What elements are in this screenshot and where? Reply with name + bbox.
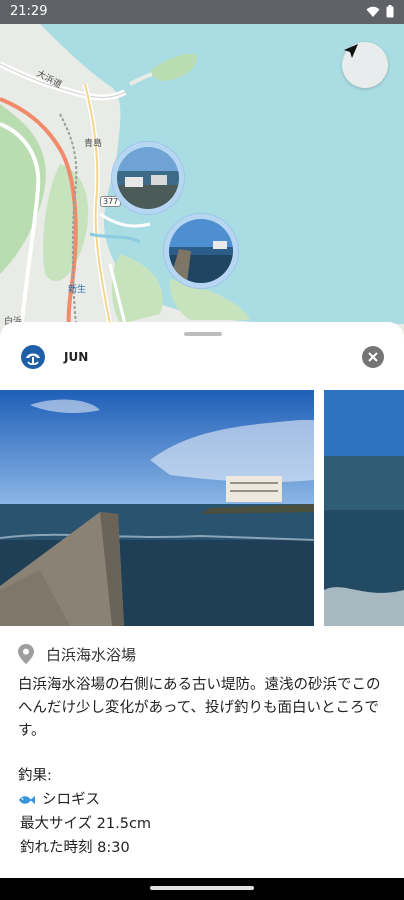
- marker-photo: [117, 147, 179, 209]
- spot-location[interactable]: 白浜海水浴場: [18, 642, 136, 666]
- status-time: 21:29: [10, 4, 48, 19]
- status-icons: [366, 5, 394, 18]
- map-label-aoshima: 青島: [84, 139, 103, 149]
- marker-photo: [169, 219, 233, 283]
- location-pin-icon: [18, 644, 34, 664]
- fish-row: シロギス: [18, 788, 390, 812]
- close-icon: [368, 352, 378, 362]
- sea-photo: [324, 390, 404, 626]
- photo-marker[interactable]: [112, 142, 184, 214]
- post-description: 白浜海水浴場の右側にある古い堤防。遠浅の砂浜でこのへんだけ少し変化があって、投げ…: [18, 677, 381, 739]
- map-label-shinsei: 新生: [68, 285, 87, 295]
- post-photo[interactable]: [324, 390, 404, 626]
- user-name[interactable]: JUN: [64, 350, 88, 364]
- battery-icon: [386, 5, 394, 18]
- spot-name: 白浜海水浴場: [46, 645, 137, 664]
- fish-name: シロギス: [42, 792, 100, 808]
- close-button[interactable]: [362, 346, 384, 368]
- status-bar: 21:29: [0, 0, 404, 24]
- drag-handle[interactable]: [184, 332, 222, 336]
- photo-carousel[interactable]: [0, 390, 404, 626]
- navigation-bar: [0, 878, 404, 900]
- catch-time: 釣れた時刻 8:30: [20, 840, 130, 856]
- fish-icon: [19, 796, 35, 804]
- max-size: 最大サイズ 21.5cm: [20, 816, 152, 832]
- home-gesture-pill[interactable]: [150, 886, 254, 890]
- photo-marker[interactable]: [164, 214, 238, 288]
- wifi-icon: [366, 6, 380, 17]
- locate-button[interactable]: [342, 42, 388, 88]
- seawall-photo: [0, 390, 314, 626]
- avatar[interactable]: [20, 344, 46, 370]
- post-header: JUN: [0, 342, 404, 378]
- map-view[interactable]: 青島 新生 白浜 大浜道 377: [0, 24, 404, 340]
- post-photo[interactable]: [0, 390, 314, 626]
- navigation-arrow-icon: [344, 44, 358, 58]
- catch-info: 釣果: シロギス 最大サイズ 21.5cm 釣れた時刻 8:30: [18, 764, 390, 860]
- catch-header: 釣果:: [18, 768, 52, 784]
- post-bottom-sheet[interactable]: JUN 白浜海水浴場 白浜海水浴場の右側にある古い堤防。遠浅の砂浜でこのへんだけ…: [0, 322, 404, 878]
